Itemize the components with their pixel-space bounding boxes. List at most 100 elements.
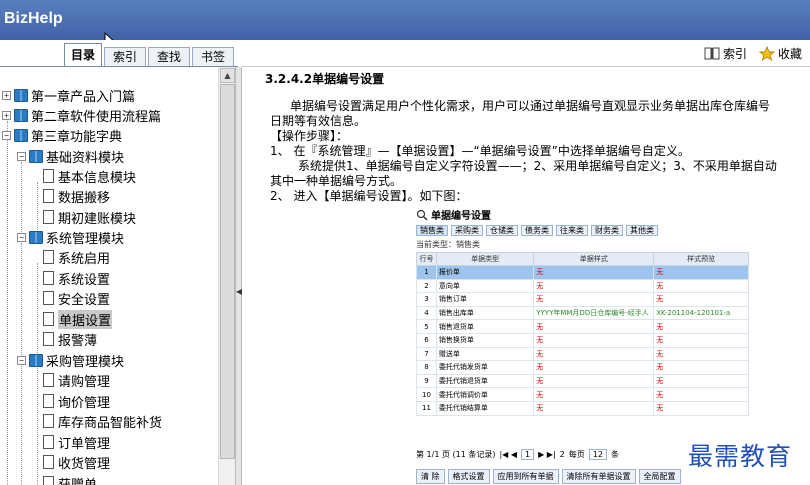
column-header: 单据样式 (533, 252, 655, 266)
content-paragraph: 2、 进入【单据编号设置】。如下图： (270, 189, 468, 203)
table-cell: 无 (653, 292, 749, 307)
table-row: 2 意向单无无 (416, 278, 749, 294)
per-page-unit: 条 (610, 450, 619, 459)
expand-toggle-icon[interactable]: + (2, 110, 11, 120)
pager-info: 第 1/1 页 (11 条记录) (416, 450, 496, 459)
tree-item-data-migration[interactable]: 数据搬移 (43, 186, 110, 206)
tab-index-label: 索引 (112, 50, 137, 64)
per-page-label: 每页 (568, 450, 585, 459)
table-cell: 无 (533, 319, 655, 334)
dialog-tab: 其他类 (626, 225, 658, 236)
tree-item-smart-replenish[interactable]: 库存商品智能补货 (43, 411, 162, 431)
page-icon (43, 169, 54, 183)
page-icon (43, 414, 54, 428)
tree-item-system-enable[interactable]: 系统启用 (43, 247, 110, 267)
column-header: 行号 (416, 252, 437, 266)
table-cell: 10 (416, 387, 437, 402)
book-icon (14, 108, 28, 122)
tree-item-purchase-management[interactable]: − 采购管理模块 (17, 350, 124, 370)
tree-item-chapter-2[interactable]: + 第二章软件使用流程篇 (2, 105, 161, 125)
table-row: 1 报价单无无 (416, 265, 749, 280)
tree-item-receiving[interactable]: 收货管理 (43, 452, 110, 472)
page-icon (43, 373, 54, 387)
table-cell: 报价单 (435, 265, 535, 280)
page-icon (43, 394, 54, 408)
tree-item-order-management[interactable]: 订单管理 (43, 432, 110, 452)
tree-item-label: 期初建账模块 (58, 211, 137, 227)
collapse-toggle-icon[interactable]: − (17, 355, 26, 365)
tree-item-basic-info[interactable]: 基本信息模块 (43, 166, 136, 186)
page-icon (43, 189, 54, 203)
tree-item-label: 获赠单 (58, 477, 98, 485)
tree-item-chapter-3[interactable]: − 第三章功能字典 (2, 125, 122, 145)
tree-guide-line (37, 365, 38, 485)
expand-toggle-icon[interactable]: + (2, 90, 11, 100)
format-settings-button: 格式设置 (447, 469, 490, 484)
table-header-row: 行号 单据类型 单据样式 样式预览 (416, 252, 749, 266)
table-cell: 无 (653, 400, 749, 416)
collapse-toggle-icon[interactable]: − (17, 151, 26, 161)
watermark-logo: 最需教育 (688, 442, 793, 471)
table-cell: 委托代销退货单 (435, 373, 535, 389)
clear-all-button: 清除所有单据设置 (561, 469, 636, 484)
scroll-up-icon[interactable]: ▲ (220, 68, 235, 83)
apply-all-button: 应用到所有单据 (492, 469, 559, 484)
tab-contents[interactable]: 目录 (64, 43, 102, 67)
table-cell: 5 (416, 319, 437, 334)
table-cell: 销售订单 (435, 292, 535, 307)
tree-guide-line (7, 121, 8, 485)
tree-item-gift-receipt[interactable]: 获赠单 (43, 473, 97, 485)
tree-item-requisition[interactable]: 请购管理 (43, 370, 110, 390)
page-total: 2 (559, 450, 565, 459)
tab-bookmarks[interactable]: 书签 (192, 47, 234, 67)
favorite-button[interactable]: 收藏 (759, 45, 802, 62)
collapse-toggle-icon[interactable]: − (17, 232, 26, 242)
contents-tree: + 第一章产品入门篇 + 第二章软件使用流程篇 − 第三章功能字典 − 基础资料… (0, 67, 218, 485)
tree-item-alarm-book[interactable]: 报警薄 (43, 329, 97, 349)
tree-item-chapter-1[interactable]: + 第一章产品入门篇 (2, 85, 135, 105)
dialog-tab: 债务类 (521, 225, 553, 236)
table-cell: YYYY年MM月DD日仓库编号-经手人 (533, 305, 655, 321)
tab-search[interactable]: 查找 (148, 47, 190, 67)
table-cell: 4 (416, 305, 437, 321)
dialog-tab: 销售类 (416, 225, 448, 236)
tree-item-opening-accounts[interactable]: 期初建账模块 (43, 207, 136, 227)
scroll-thumb[interactable] (220, 84, 235, 459)
panel-splitter[interactable]: ◀ (235, 67, 242, 485)
tree-item-document-settings[interactable]: 单据设置 (43, 309, 113, 329)
help-content: 3.2.4.2单据编号设置 单据编号设置满足用户个性化需求，用户可以通过单据编号… (242, 67, 810, 485)
table-cell: 无 (653, 373, 749, 389)
table-cell: 无 (533, 292, 655, 307)
table-cell: 意向单 (435, 278, 535, 294)
index-button[interactable]: 索引 (704, 45, 747, 62)
tree-item-security-settings[interactable]: 安全设置 (43, 288, 110, 308)
tree-item-label: 采购管理模块 (46, 354, 125, 370)
tab-bookmarks-label: 书签 (200, 50, 225, 64)
dialog-tab: 采购类 (451, 225, 483, 236)
table-cell: 无 (533, 346, 655, 362)
tree-item-system-settings[interactable]: 系统设置 (43, 268, 110, 288)
tree-item-inquiry[interactable]: 询价管理 (43, 391, 110, 411)
tab-contents-label: 目录 (70, 48, 95, 62)
table-cell: 无 (533, 265, 655, 280)
tab-index[interactable]: 索引 (104, 47, 146, 67)
book-icon (29, 149, 43, 163)
table-row: 8 委托代销发货单无无 (416, 360, 749, 375)
dialog-buttons: 清 除 格式设置 应用到所有单据 清除所有单据设置 全局配置 (416, 469, 681, 484)
book-icon (29, 353, 43, 367)
table-cell: 无 (653, 319, 749, 334)
index-button-label: 索引 (723, 47, 748, 61)
page-icon (43, 210, 54, 224)
tree-item-basic-data[interactable]: − 基础资料模块 (17, 146, 124, 166)
table-cell: 委托代销结算单 (435, 400, 535, 416)
favorite-button-label: 收藏 (778, 47, 803, 61)
tree-item-label: 报警薄 (58, 333, 98, 349)
dialog-tab: 往来类 (556, 225, 588, 236)
collapse-toggle-icon[interactable]: − (2, 130, 11, 140)
first-page-icon: |◀ ◀ (499, 450, 518, 459)
tree-item-system-management[interactable]: − 系统管理模块 (17, 227, 124, 247)
tree-scrollbar[interactable]: ▲ (218, 67, 235, 485)
table-cell: 无 (533, 373, 655, 389)
tree-item-label: 基本信息模块 (58, 170, 137, 186)
table-row: 7 赠送单无无 (416, 346, 749, 362)
